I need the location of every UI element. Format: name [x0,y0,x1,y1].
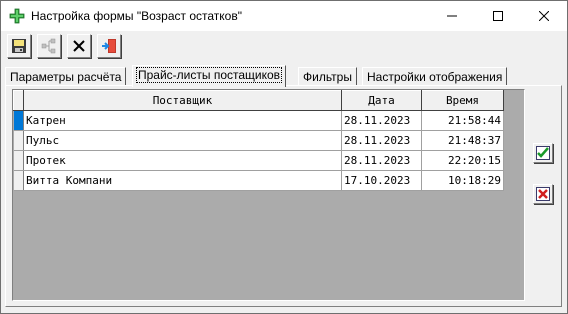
row-indicator[interactable] [13,110,24,131]
app-cross-icon [9,8,25,24]
time-cell[interactable]: 21:48:37 [421,130,504,151]
tab-calculation-params[interactable]: Параметры расчёта [5,67,127,86]
check-icon [536,146,550,160]
date-cell[interactable]: 17.10.2023 [341,170,422,191]
close-icon [539,11,549,21]
row-indicator[interactable] [13,170,24,191]
supplier-cell[interactable]: Катрен [23,110,342,131]
grid-header-row: Поставщик Дата Время [13,90,504,111]
tab-panel: Поставщик Дата Время Катрен 28.11.2023 2… [5,85,562,307]
column-header-supplier[interactable]: Поставщик [23,90,342,111]
supplier-cell[interactable]: Пульс [23,130,342,151]
suppliers-table: Поставщик Дата Время Катрен 28.11.2023 2… [13,90,504,191]
cancel-button[interactable] [67,34,91,58]
row-indicator-header [13,90,24,111]
suppliers-grid[interactable]: Поставщик Дата Время Катрен 28.11.2023 2… [12,89,525,301]
time-cell[interactable]: 21:58:44 [421,110,504,131]
time-cell[interactable]: 22:20:15 [421,150,504,171]
supplier-cell[interactable]: Витта Компани [23,170,342,191]
date-cell[interactable]: 28.11.2023 [341,130,422,151]
delete-button[interactable] [533,184,553,204]
exit-button[interactable] [97,34,121,58]
tab-display-settings[interactable]: Настройки отображения [362,67,508,86]
table-row[interactable]: Катрен 28.11.2023 21:58:44 [13,110,504,131]
minimize-icon [447,15,457,17]
date-cell[interactable]: 28.11.2023 [341,110,422,131]
time-cell[interactable]: 10:18:29 [421,170,504,191]
table-row[interactable]: Протек 28.11.2023 22:20:15 [13,150,504,171]
close-button[interactable] [521,1,567,31]
settings-window: Настройка формы "Возраст остатков" Парам… [0,0,568,314]
minimize-button[interactable] [429,1,475,31]
tree-icon [41,38,56,54]
tree-button[interactable] [37,34,61,58]
window-title: Настройка формы "Возраст остатков" [31,9,242,23]
apply-button[interactable] [533,143,553,163]
row-indicator[interactable] [13,150,24,171]
save-icon [12,39,26,53]
close-x-icon [73,40,85,52]
table-row[interactable]: Пульс 28.11.2023 21:48:37 [13,130,504,151]
tab-supplier-price-lists[interactable]: Прайс-листы постащиков [132,65,287,87]
table-row[interactable]: Витта Компани 17.10.2023 10:18:29 [13,170,504,191]
maximize-icon [493,11,503,21]
tab-filters[interactable]: Фильтры [298,67,357,86]
column-header-time[interactable]: Время [421,90,504,111]
row-indicator[interactable] [13,130,24,151]
exit-door-icon [102,39,116,53]
column-header-date[interactable]: Дата [341,90,422,111]
supplier-cell[interactable]: Протек [23,150,342,171]
save-button[interactable] [7,34,31,58]
maximize-button[interactable] [475,1,521,31]
date-cell[interactable]: 28.11.2023 [341,150,422,171]
delete-icon [536,187,550,201]
title-bar[interactable]: Настройка формы "Возраст остатков" [1,1,567,31]
